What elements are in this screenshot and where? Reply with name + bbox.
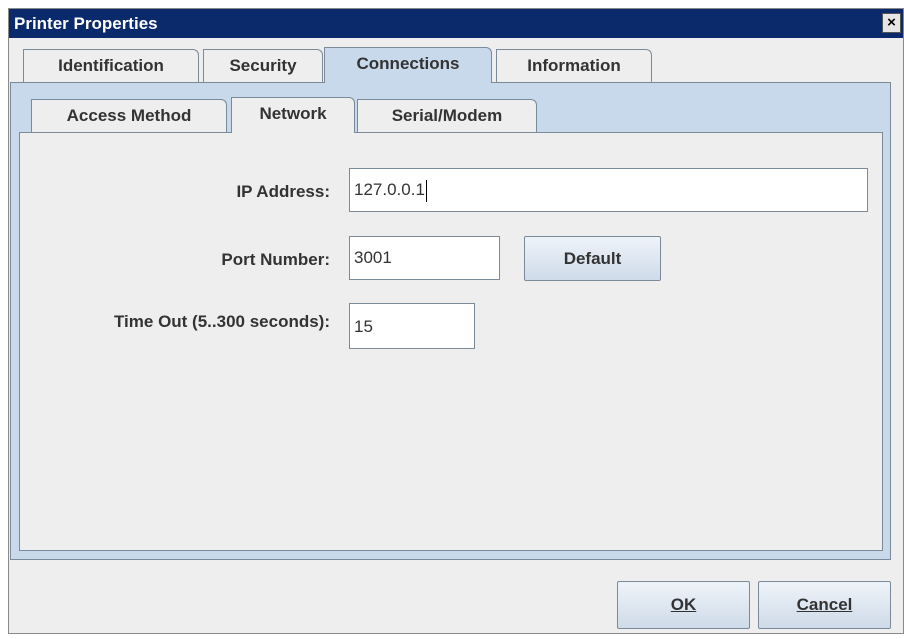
tab-label: Serial/Modem — [391, 106, 503, 125]
time-out-input[interactable]: 15 — [349, 303, 475, 349]
time-out-value: 15 — [354, 317, 373, 336]
tab-access-method[interactable]: Access Method — [31, 99, 227, 132]
tab-label: Identification — [58, 56, 164, 75]
cancel-button[interactable]: Cancel — [758, 581, 891, 629]
close-icon[interactable]: × — [882, 13, 901, 33]
ip-address-label: IP Address: — [236, 182, 330, 201]
port-number-input[interactable]: 3001 — [349, 236, 500, 280]
port-number-label: Port Number: — [221, 250, 330, 269]
tab-label: Information — [527, 56, 621, 75]
ok-button[interactable]: OK — [617, 581, 750, 629]
tab-security[interactable]: Security — [203, 49, 323, 82]
tab-identification[interactable]: Identification — [23, 49, 199, 82]
time-out-label: Time Out (5..300 seconds): — [113, 312, 330, 331]
tab-network[interactable]: Network — [231, 97, 355, 133]
default-button[interactable]: Default — [524, 236, 661, 281]
tab-connections[interactable]: Connections — [324, 47, 492, 83]
cancel-button-label: Cancel — [796, 595, 853, 614]
port-number-value: 3001 — [354, 248, 392, 267]
default-button-label: Default — [563, 249, 622, 268]
title-bar[interactable]: Printer Properties × — [9, 9, 903, 38]
tab-label: Security — [229, 56, 297, 75]
tab-serial-modem[interactable]: Serial/Modem — [357, 99, 537, 132]
ip-address-value: 127.0.0.1 — [354, 180, 425, 199]
tab-label: Access Method — [66, 106, 192, 125]
window-title: Printer Properties — [14, 14, 158, 33]
tab-information[interactable]: Information — [496, 49, 652, 82]
ip-address-input[interactable]: 127.0.0.1 — [349, 168, 868, 212]
tab-label: Connections — [356, 54, 460, 73]
ok-button-label: OK — [670, 595, 697, 614]
text-caret — [425, 179, 427, 202]
tab-label: Network — [259, 104, 327, 123]
